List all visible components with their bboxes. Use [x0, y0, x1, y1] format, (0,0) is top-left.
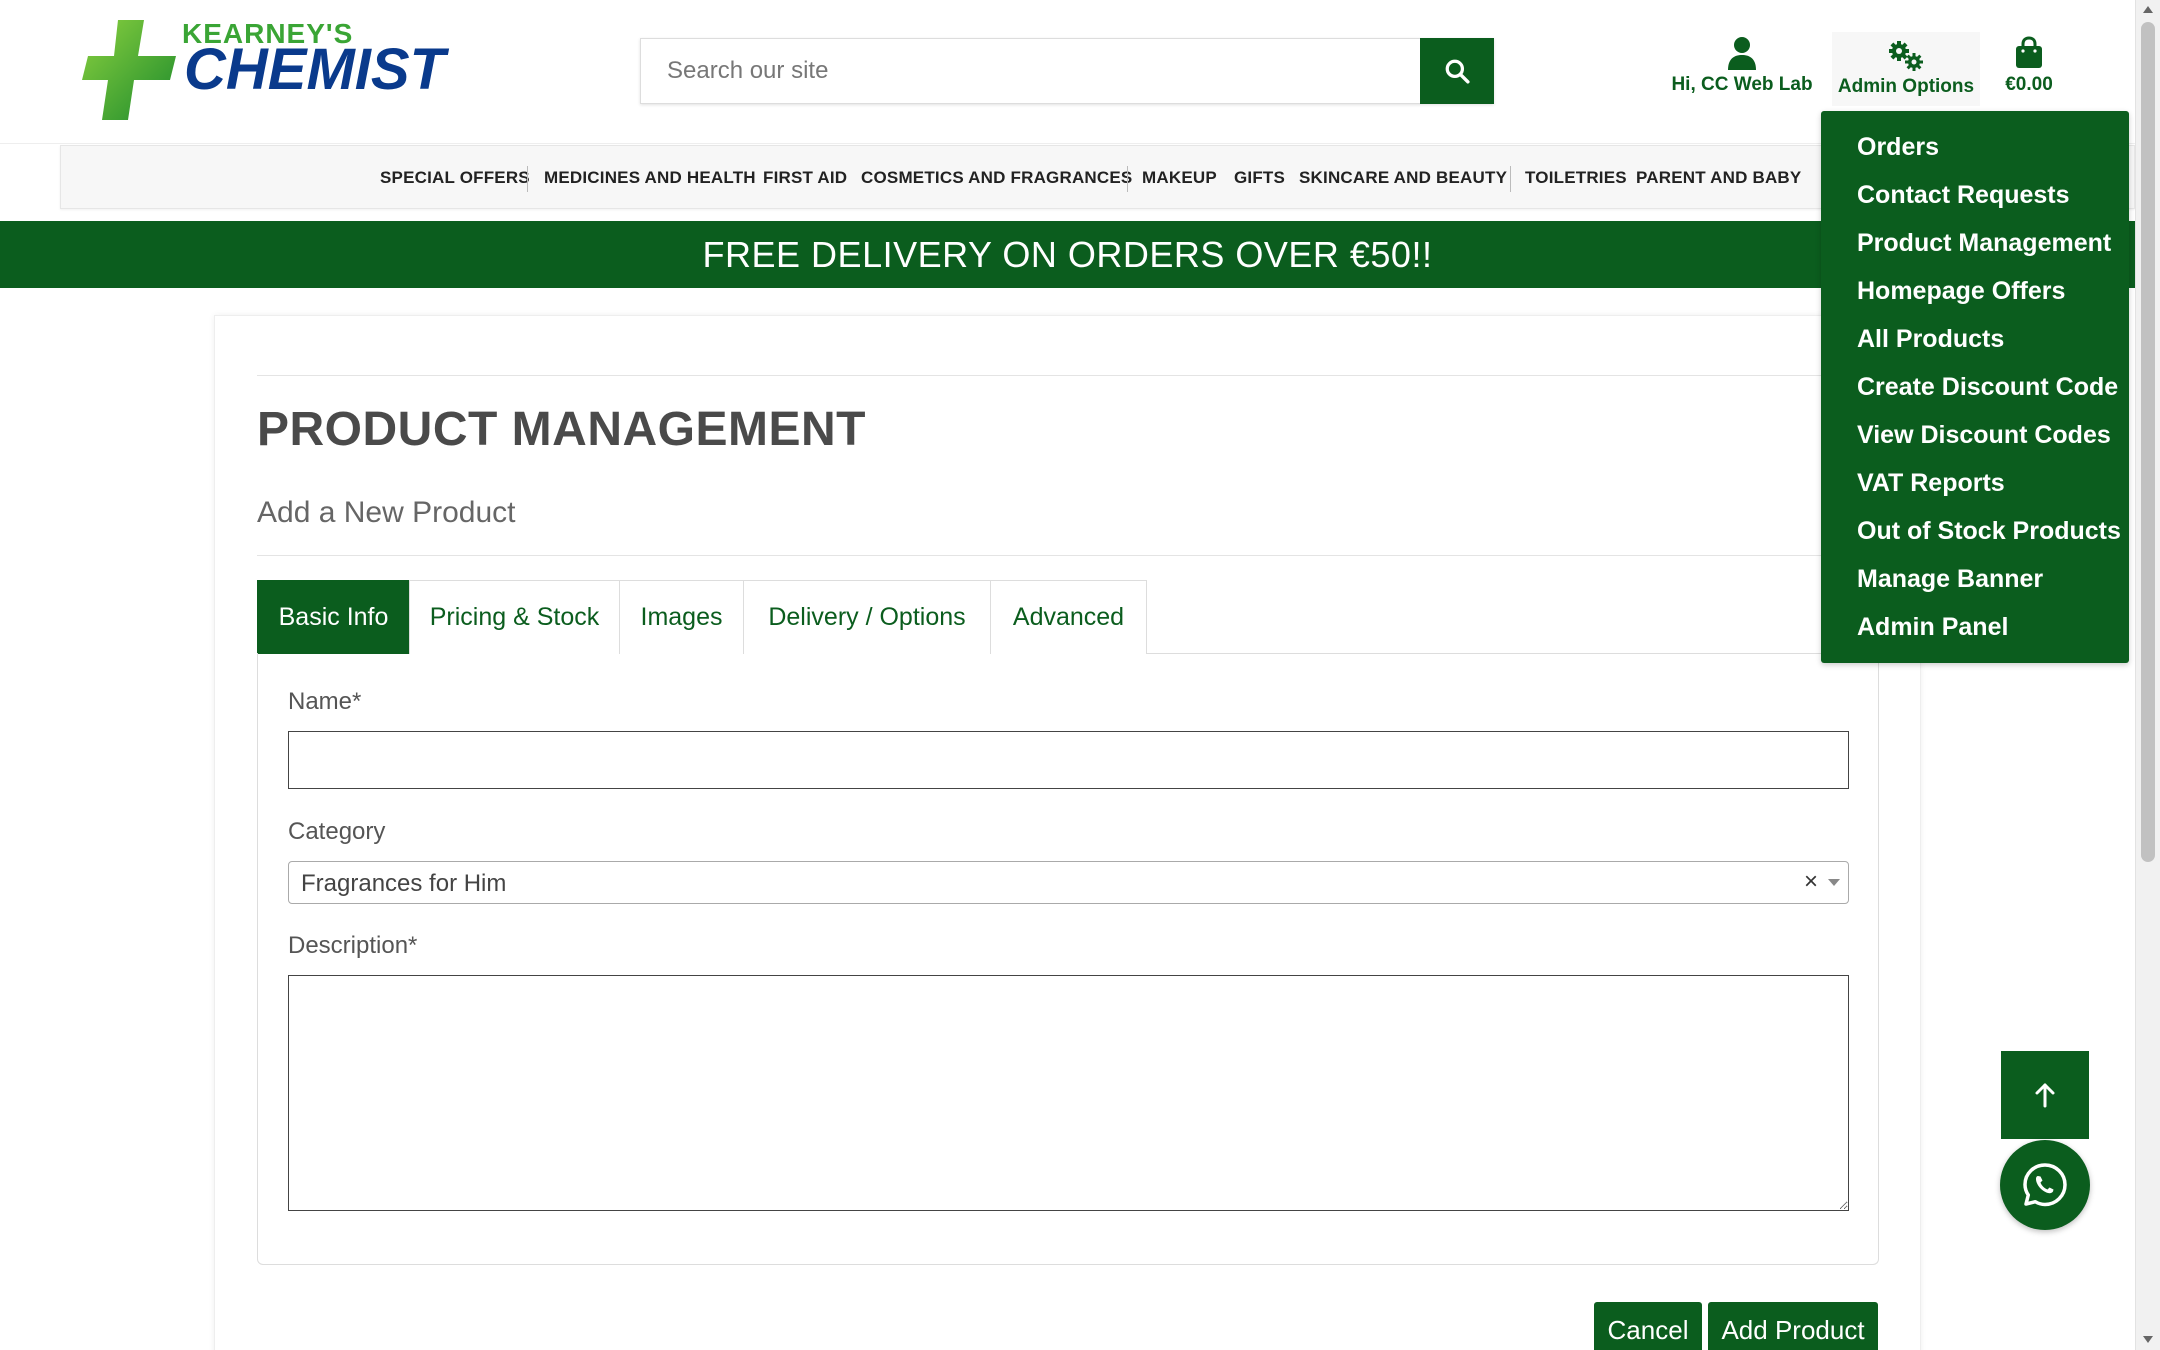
tab-images[interactable]: Images: [619, 580, 744, 654]
cart-total: €0.00: [2005, 74, 2053, 95]
category-label: Category: [288, 818, 386, 845]
tab-pricing-stock[interactable]: Pricing & Stock: [409, 580, 620, 654]
category-selected-value: Fragrances for Him: [301, 870, 507, 897]
scrollbar-thumb[interactable]: [2141, 22, 2155, 862]
whatsapp-button[interactable]: [2000, 1140, 2090, 1230]
nav-item-gifts[interactable]: GIFTS: [1234, 168, 1285, 188]
admin-options-label: Admin Options: [1837, 76, 1975, 97]
category-select[interactable]: Fragrances for Him ×: [288, 861, 1849, 904]
nav-item-toiletries[interactable]: TOILETRIES: [1525, 168, 1627, 188]
logo-cross-icon: [82, 20, 176, 120]
site-header: KEARNEY'S CHEMIST Hi, CC Web Lab: [0, 0, 2135, 144]
cancel-button[interactable]: Cancel: [1594, 1302, 1702, 1350]
delivery-banner: FREE DELIVERY ON ORDERS OVER €50!!: [0, 221, 2135, 288]
nav-separator: [1127, 166, 1128, 192]
nav-separator: [527, 166, 528, 192]
menu-item-orders[interactable]: Orders: [1857, 133, 1939, 162]
shopping-bag-icon: [2016, 36, 2042, 68]
logo-text-big: CHEMIST: [184, 37, 445, 102]
cart-link[interactable]: €0.00: [1994, 36, 2064, 96]
search-input[interactable]: [641, 39, 1411, 103]
divider: [257, 555, 1879, 556]
product-tabs: Basic Info Pricing & Stock Images Delive…: [257, 580, 1879, 654]
nav-item-medicines-and-health[interactable]: MEDICINES AND HEALTH: [544, 168, 756, 188]
menu-item-admin-panel[interactable]: Admin Panel: [1857, 613, 2008, 642]
menu-item-create-discount-code[interactable]: Create Discount Code: [1857, 373, 2118, 402]
nav-item-special-offers[interactable]: SPECIAL OFFERS: [380, 168, 530, 188]
menu-item-contact-requests[interactable]: Contact Requests: [1857, 181, 2070, 210]
menu-item-all-products[interactable]: All Products: [1857, 325, 2004, 354]
account-link[interactable]: Hi, CC Web Lab: [1671, 36, 1813, 96]
nav-item-cosmetics-and-fragrances[interactable]: COSMETICS AND FRAGRANCES: [861, 168, 1132, 188]
nav-separator: [1510, 166, 1511, 192]
tab-delivery-options[interactable]: Delivery / Options: [743, 580, 991, 654]
search-icon: [1445, 59, 1470, 84]
name-label: Name*: [288, 688, 362, 715]
account-label: Hi, CC Web Lab: [1671, 74, 1813, 95]
menu-item-view-discount-codes[interactable]: View Discount Codes: [1857, 421, 2111, 450]
description-field[interactable]: [288, 975, 1849, 1211]
back-to-top-button[interactable]: [2001, 1051, 2089, 1139]
page-scrollbar[interactable]: [2135, 0, 2160, 1350]
admin-options-menu: Orders Contact Requests Product Manageme…: [1821, 111, 2129, 663]
chevron-down-icon: [1828, 879, 1840, 886]
divider: [257, 375, 1879, 376]
whatsapp-icon: [2023, 1163, 2067, 1207]
menu-item-manage-banner[interactable]: Manage Banner: [1857, 565, 2043, 594]
menu-item-vat-reports[interactable]: VAT Reports: [1857, 469, 2005, 498]
nav-item-makeup[interactable]: MAKEUP: [1142, 168, 1217, 188]
page-subtitle: Add a New Product: [257, 496, 516, 529]
page-title: PRODUCT MANAGEMENT: [257, 403, 866, 456]
scroll-up-icon[interactable]: [2143, 6, 2153, 13]
nav-item-first-aid[interactable]: FIRST AID: [763, 168, 847, 188]
tab-advanced[interactable]: Advanced: [990, 580, 1147, 654]
tab-basic-info[interactable]: Basic Info: [257, 580, 410, 654]
search-button[interactable]: [1420, 38, 1494, 104]
category-clear-icon[interactable]: ×: [1804, 868, 1818, 896]
menu-item-product-management[interactable]: Product Management: [1857, 229, 2111, 258]
description-label: Description*: [288, 932, 418, 959]
admin-options-toggle[interactable]: Admin Options: [1832, 32, 1980, 106]
user-icon: [1728, 37, 1756, 70]
nav-item-skincare-and-beauty[interactable]: SKINCARE AND BEAUTY: [1299, 168, 1507, 188]
nav-item-parent-and-baby[interactable]: PARENT AND BABY: [1636, 168, 1801, 188]
menu-item-homepage-offers[interactable]: Homepage Offers: [1857, 277, 2065, 306]
menu-item-out-of-stock-products[interactable]: Out of Stock Products: [1857, 517, 2121, 546]
cogs-icon: [1889, 41, 1923, 71]
site-logo[interactable]: KEARNEY'S CHEMIST: [80, 18, 460, 122]
arrow-up-icon: [2035, 1083, 2055, 1108]
add-product-button[interactable]: Add Product: [1708, 1302, 1878, 1350]
name-field[interactable]: [288, 731, 1849, 789]
search-bar: [640, 38, 1494, 104]
scroll-down-icon[interactable]: [2143, 1336, 2153, 1343]
